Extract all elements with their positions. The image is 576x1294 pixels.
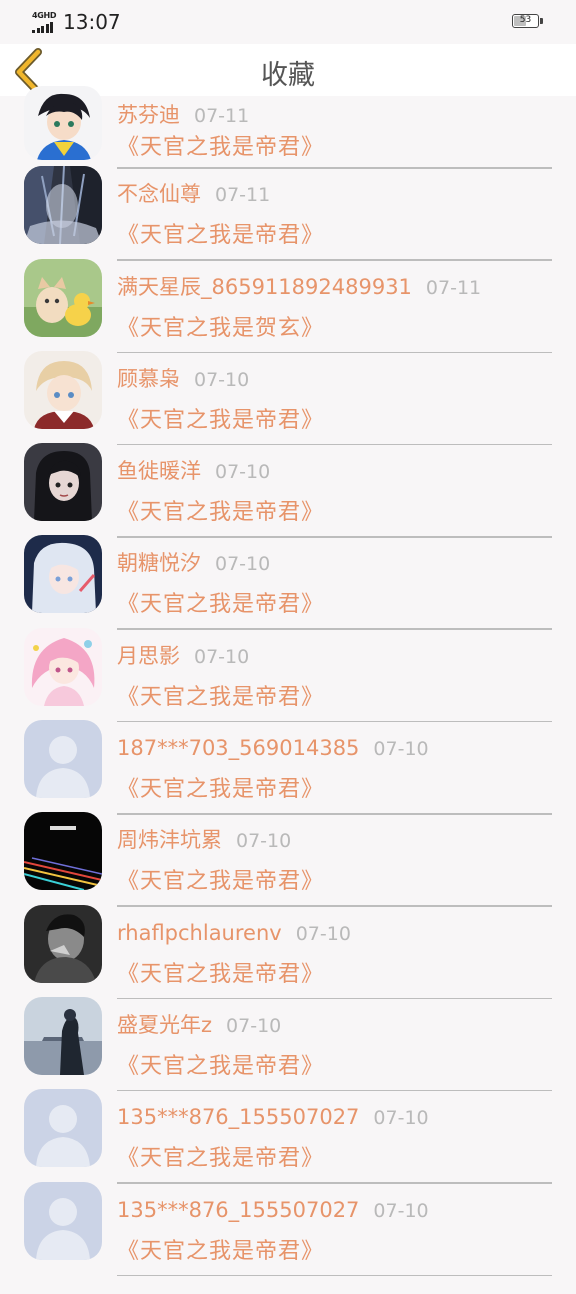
divider — [117, 997, 552, 1000]
user-name[interactable]: 盛夏光年z — [117, 1013, 212, 1037]
book-title[interactable]: 《天官之我是帝君》 — [117, 959, 324, 991]
user-name[interactable]: 月思影 — [117, 644, 180, 668]
name-line: rhaflpchlaurenv 07-10 — [117, 918, 552, 949]
book-title[interactable]: 《天官之我是帝君》 — [117, 405, 324, 437]
name-line: 不念仙尊 07-11 — [117, 179, 552, 210]
user-name[interactable]: 鱼徙暖洋 — [117, 459, 201, 483]
user-name[interactable]: 周炜沣坑累 — [117, 828, 222, 852]
user-name[interactable]: 135***876_155507027 — [117, 1198, 359, 1222]
divider — [117, 167, 552, 169]
favorite-date: 07-10 — [373, 738, 429, 761]
signal-icon: 4GHD — [32, 11, 60, 33]
divider — [117, 259, 552, 261]
divider — [117, 720, 552, 723]
favorite-date: 07-10 — [295, 922, 351, 945]
divider — [117, 1274, 552, 1277]
avatar[interactable] — [24, 443, 102, 522]
avatar[interactable] — [24, 86, 102, 160]
avatar[interactable] — [24, 1181, 102, 1260]
avatar[interactable] — [24, 812, 102, 891]
user-name[interactable]: 187***703_569014385 — [117, 736, 359, 760]
book-title[interactable]: 《天官之我是帝君》 — [117, 497, 324, 529]
avatar[interactable] — [24, 996, 102, 1075]
avatar[interactable] — [24, 627, 102, 706]
divider — [117, 905, 552, 907]
clock: 13:07 — [63, 10, 121, 34]
name-line: 苏芬迪 07-11 — [117, 100, 552, 131]
name-line: 135***876_155507027 07-10 — [117, 1195, 552, 1226]
favorite-date: 07-11 — [215, 184, 271, 207]
user-name[interactable]: 朝糖悦汐 — [117, 551, 201, 575]
book-title[interactable]: 《天官之我是贺玄》 — [117, 313, 324, 345]
book-title[interactable]: 《天官之我是帝君》 — [117, 1143, 324, 1175]
book-title[interactable]: 《天官之我是帝君》 — [117, 132, 324, 164]
name-line: 135***876_155507027 07-10 — [117, 1102, 552, 1133]
book-title[interactable]: 《天官之我是帝君》 — [117, 774, 324, 806]
name-line: 盛夏光年z 07-10 — [117, 1010, 552, 1041]
book-title[interactable]: 《天官之我是帝君》 — [117, 1051, 324, 1083]
status-bar: 4GHD 13:07 53 — [0, 0, 576, 44]
divider — [117, 536, 552, 538]
avatar[interactable] — [24, 904, 102, 983]
user-name[interactable]: 顾慕枭 — [117, 367, 180, 391]
user-name[interactable]: 苏芬迪 — [117, 103, 180, 127]
book-title[interactable]: 《天官之我是帝君》 — [117, 682, 324, 714]
favorite-date: 07-10 — [215, 553, 271, 576]
book-title[interactable]: 《天官之我是帝君》 — [117, 589, 324, 621]
battery-level: 53 — [519, 15, 532, 25]
divider — [117, 813, 552, 815]
user-name[interactable]: 不念仙尊 — [117, 182, 201, 206]
avatar[interactable] — [24, 720, 102, 799]
avatar[interactable] — [24, 166, 102, 245]
divider — [117, 1089, 552, 1092]
user-name[interactable]: 135***876_155507027 — [117, 1105, 359, 1129]
book-title[interactable]: 《天官之我是帝君》 — [117, 220, 324, 252]
divider — [117, 1182, 552, 1184]
avatar[interactable] — [24, 258, 102, 337]
favorite-date: 07-10 — [194, 645, 250, 668]
name-line: 周炜沣坑累 07-10 — [117, 825, 552, 856]
avatar[interactable] — [24, 535, 102, 614]
favorite-date: 07-10 — [226, 1014, 282, 1037]
name-line: 朝糖悦汐 07-10 — [117, 548, 552, 579]
battery-tip — [540, 18, 543, 24]
favorite-date: 07-10 — [236, 830, 292, 853]
divider — [117, 443, 552, 446]
book-title[interactable]: 《天官之我是帝君》 — [117, 866, 324, 898]
name-line: 187***703_569014385 07-10 — [117, 733, 552, 764]
favorite-date: 07-11 — [425, 276, 482, 299]
avatar[interactable] — [24, 1089, 102, 1168]
favorite-date: 07-10 — [194, 368, 250, 391]
battery-icon: 53 — [512, 14, 539, 28]
user-name[interactable]: rhaflpchlaurenv — [117, 921, 282, 945]
divider — [117, 351, 552, 354]
user-name[interactable]: 满天星辰_865911892489931 — [117, 275, 412, 299]
favorite-date: 07-10 — [373, 1199, 429, 1222]
book-title[interactable]: 《天官之我是帝君》 — [117, 1236, 324, 1268]
network-type: 4GHD — [32, 11, 57, 20]
favorites-list: 苏芬迪 07-11 《天官之我是帝君》 不念仙尊 07-11 《天官之我是帝君》 满… — [0, 86, 576, 1294]
name-line: 鱼徙暖洋 07-10 — [117, 456, 552, 487]
favorite-date: 07-10 — [373, 1107, 429, 1130]
avatar[interactable] — [24, 350, 102, 429]
name-line: 顾慕枭 07-10 — [117, 364, 552, 395]
divider — [117, 628, 552, 630]
favorite-item[interactable]: 135***876_155507027 07-10 《天官之我是帝君》 — [0, 1181, 576, 1294]
name-line: 满天星辰_865911892489931 07-11 — [117, 272, 552, 303]
favorite-date: 07-11 — [194, 105, 250, 127]
name-line: 月思影 07-10 — [117, 641, 552, 672]
favorite-date: 07-10 — [215, 461, 271, 484]
